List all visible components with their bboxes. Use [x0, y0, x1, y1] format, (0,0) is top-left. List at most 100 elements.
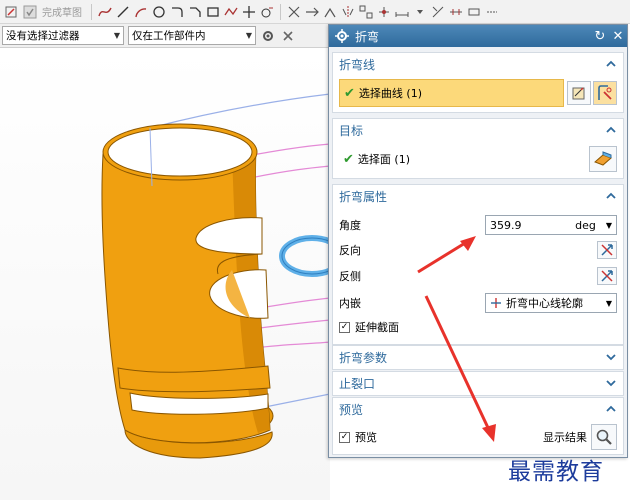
- scope-filter-select[interactable]: 仅在工作部件内 ▼: [128, 26, 256, 45]
- preview-header[interactable]: 预览: [333, 398, 623, 420]
- reference-curve: [254, 341, 330, 349]
- chevron-up-icon: [606, 60, 616, 67]
- sketch-section-button[interactable]: [567, 81, 591, 105]
- bend-line-section: 折弯线 ✔ 选择曲线 (1): [332, 52, 624, 113]
- graphics-viewport[interactable]: [0, 48, 330, 500]
- chevron-down-icon: ▼: [605, 220, 612, 230]
- convert-reference-icon[interactable]: [484, 4, 500, 20]
- top-toolbar: 完成草图: [0, 0, 630, 24]
- chevron-up-icon: [606, 192, 616, 199]
- mirror-icon[interactable]: [340, 4, 356, 20]
- reset-icon[interactable]: ↻: [591, 29, 609, 44]
- chamfer-icon[interactable]: [187, 4, 203, 20]
- close-icon[interactable]: [280, 28, 296, 44]
- target-header[interactable]: 目标: [333, 119, 623, 141]
- inset-select[interactable]: 折弯中心线轮廓 ▼: [485, 293, 617, 313]
- chevron-down-icon: [606, 380, 616, 387]
- show-result-button[interactable]: [591, 424, 617, 450]
- section-title: 折弯参数: [339, 350, 388, 365]
- angle-unit-select[interactable]: deg ▼: [575, 219, 612, 232]
- rectangle-icon[interactable]: [205, 4, 221, 20]
- section-title: 止裂口: [339, 376, 376, 391]
- watermark: 最需教育: [508, 459, 604, 485]
- arc-icon[interactable]: [133, 4, 149, 20]
- face-select-button[interactable]: [589, 146, 617, 172]
- line-icon[interactable]: [115, 4, 131, 20]
- studio-spline-icon[interactable]: [97, 4, 113, 20]
- curve-select-button[interactable]: [593, 81, 617, 105]
- corner-icon[interactable]: [322, 4, 338, 20]
- select-face-field[interactable]: ✔ 选择面 (1): [339, 145, 589, 173]
- centerline-icon: [491, 298, 501, 308]
- relief-header[interactable]: 止裂口: [333, 372, 623, 394]
- extend-section-label: 延伸截面: [355, 321, 399, 334]
- dialog-title: 折弯: [355, 29, 380, 44]
- inset-row: 内嵌 折弯中心线轮廓 ▼: [339, 293, 617, 313]
- bend-parameters-header[interactable]: 折弯参数: [333, 346, 623, 368]
- bend-line-select-row: ✔ 选择曲线 (1): [339, 79, 617, 107]
- chevron-down-icon: ▼: [605, 298, 612, 308]
- gear-icon[interactable]: [260, 28, 276, 44]
- chevron-up-icon: [606, 405, 616, 412]
- close-icon[interactable]: ✕: [609, 29, 627, 44]
- type-filter-value: 没有选择过滤器: [6, 30, 80, 42]
- geometry-constraint-icon[interactable]: [430, 4, 446, 20]
- sketch-icon[interactable]: [4, 4, 20, 20]
- relief-section: 止裂口: [332, 371, 624, 396]
- target-select-row: ✔ 选择面 (1): [339, 145, 617, 173]
- show-result-label: 显示结果: [543, 431, 587, 444]
- polyline-icon[interactable]: [223, 4, 239, 20]
- reverse-side-label: 反侧: [339, 270, 361, 283]
- circle-icon[interactable]: [151, 4, 167, 20]
- face-icon: [594, 151, 612, 166]
- inset-value: 折弯中心线轮廓: [506, 297, 583, 310]
- select-face-label: 选择面 (1): [357, 153, 410, 166]
- point-icon[interactable]: [241, 4, 257, 20]
- reverse-direction-button[interactable]: [597, 241, 617, 259]
- extend-icon[interactable]: [304, 4, 320, 20]
- preview-row: ✓ 预览 显示结果: [339, 424, 617, 450]
- inset-label: 内嵌: [339, 297, 361, 310]
- section-title: 目标: [339, 123, 364, 138]
- dialog-title-bar[interactable]: 折弯 ↻ ✕: [329, 25, 627, 47]
- part-model: [101, 93, 330, 459]
- reverse-side-button[interactable]: [597, 267, 617, 285]
- bend-line-header[interactable]: 折弯线: [333, 53, 623, 75]
- dropdown-icon[interactable]: [412, 4, 428, 20]
- display-constraint-icon[interactable]: [448, 4, 464, 20]
- section-title: 折弯线: [339, 57, 376, 72]
- gear-icon: [335, 29, 349, 43]
- bend-properties-header[interactable]: 折弯属性: [333, 185, 623, 207]
- finish-sketch-label[interactable]: 完成草图: [42, 4, 82, 19]
- magnifier-icon: [596, 429, 612, 445]
- bent-cylinder-body: [101, 123, 274, 459]
- offset-curve-icon[interactable]: [259, 4, 275, 20]
- reference-curve: [149, 93, 330, 129]
- bend-parameters-section: 折弯参数: [332, 345, 624, 370]
- angle-input[interactable]: 359.9 deg ▼: [485, 215, 617, 235]
- angle-unit: deg: [575, 218, 596, 232]
- chevron-down-icon: ▼: [245, 31, 252, 40]
- animate-dimension-icon[interactable]: [466, 4, 482, 20]
- extend-section-checkbox[interactable]: ✓: [339, 321, 350, 333]
- chevron-up-icon: [606, 126, 616, 133]
- check-icon: ✔: [343, 151, 354, 167]
- bend-preview-ring: [279, 235, 330, 277]
- angle-row: 角度 359.9 deg ▼: [339, 215, 617, 235]
- preview-label: 预览: [355, 431, 377, 444]
- constraint-icon[interactable]: [376, 4, 392, 20]
- trim-icon[interactable]: [286, 4, 302, 20]
- pattern-icon[interactable]: [358, 4, 374, 20]
- reverse-side-row: 反侧: [339, 267, 617, 285]
- dimension-icon[interactable]: [394, 4, 410, 20]
- type-filter-select[interactable]: 没有选择过滤器 ▼: [2, 26, 124, 45]
- curve-icon: [598, 85, 612, 100]
- toolbar-separator: [280, 3, 281, 20]
- select-curve-field[interactable]: ✔ 选择曲线 (1): [339, 79, 564, 107]
- flip-side-icon: [601, 270, 613, 282]
- bend-properties-section: 折弯属性 角度 359.9 deg ▼ 反向 反侧 内嵌 折弯中心线轮廓 ▼ ✓…: [332, 184, 624, 345]
- preview-checkbox[interactable]: ✓: [339, 431, 350, 443]
- finish-sketch-icon[interactable]: [22, 4, 38, 20]
- reference-curve: [259, 393, 330, 409]
- fillet-icon[interactable]: [169, 4, 185, 20]
